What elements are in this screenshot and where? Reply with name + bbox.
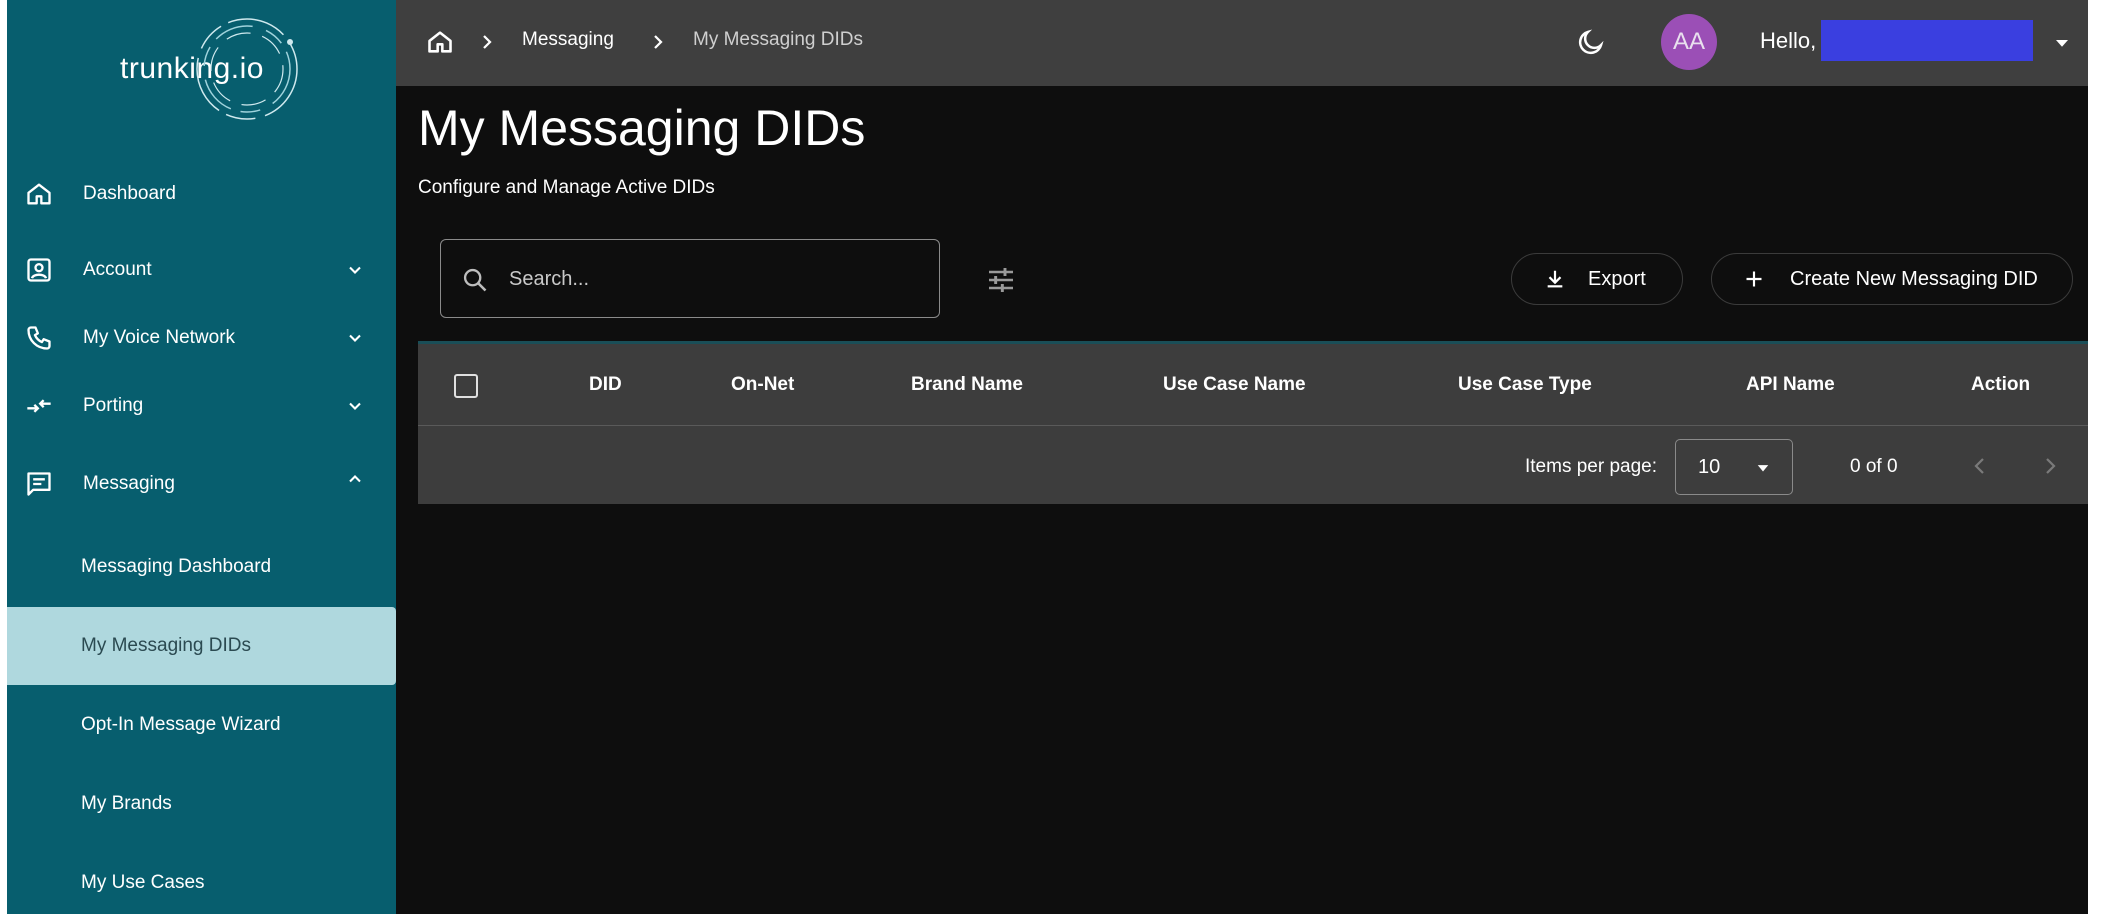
sidebar: trunking.io Dashboard Account My Voice N…: [7, 0, 396, 914]
dids-table: DID On-Net Brand Name Use Case Name Use …: [418, 341, 2088, 504]
brand-logo[interactable]: trunking.io: [102, 14, 312, 124]
chevron-down-icon[interactable]: [345, 260, 365, 280]
avatar[interactable]: AA: [1661, 14, 1717, 70]
chevron-left-icon[interactable]: [1968, 454, 1992, 478]
items-per-page-value: 10: [1698, 456, 1721, 478]
breadcrumb-home-icon[interactable]: [426, 28, 454, 56]
table-header: DID On-Net Brand Name Use Case Name Use …: [418, 344, 2088, 426]
sidebar-subitem-label: My Use Cases: [81, 872, 205, 893]
sidebar-item-label: Account: [83, 259, 152, 280]
search-icon: [463, 268, 487, 292]
sidebar-item-label: Dashboard: [83, 183, 176, 204]
sidebar-item-my-voice-network[interactable]: My Voice Network: [7, 308, 396, 368]
greeting-text: Hello,: [1760, 28, 1817, 53]
items-per-page-label: Items per page:: [1525, 456, 1658, 477]
export-button[interactable]: Export: [1511, 253, 1683, 305]
export-button-label: Export: [1588, 267, 1646, 290]
porting-arrows-icon: [27, 399, 51, 413]
sidebar-subitem-label: My Messaging DIDs: [81, 635, 251, 656]
column-header-brand-name[interactable]: Brand Name: [911, 374, 1023, 396]
chevron-right-icon[interactable]: [2038, 454, 2062, 478]
chevron-down-icon[interactable]: [345, 396, 365, 416]
chevron-right-icon: [654, 35, 663, 49]
create-button-label: Create New Messaging DID: [1790, 267, 2038, 290]
create-new-messaging-did-button[interactable]: Create New Messaging DID: [1711, 253, 2073, 305]
breadcrumb-messaging[interactable]: Messaging: [522, 29, 614, 51]
sidebar-item-label: My Voice Network: [83, 327, 236, 348]
app-window: trunking.io Dashboard Account My Voice N…: [7, 0, 2088, 914]
sidebar-subitem-label: Opt-In Message Wizard: [81, 714, 281, 735]
sidebar-item-label: Porting: [83, 395, 144, 416]
sidebar-subitem-opt-in-message-wizard[interactable]: Opt-In Message Wizard: [7, 686, 396, 764]
account-icon: [27, 258, 51, 282]
column-header-action: Action: [1971, 374, 2031, 395]
sidebar-subitem-my-brands[interactable]: My Brands: [7, 765, 396, 843]
sidebar-subitem-label: My Brands: [81, 793, 172, 814]
message-icon: [27, 472, 51, 496]
plus-icon: [1746, 271, 1762, 287]
pagination-range: 0 of 0: [1850, 456, 1898, 477]
phone-icon: [27, 326, 51, 350]
sidebar-item-porting[interactable]: Porting: [7, 376, 396, 436]
page-subtitle: Configure and Manage Active DIDs: [418, 177, 715, 198]
column-header-api-name[interactable]: API Name: [1746, 374, 1835, 396]
sidebar-subitem-messaging-dashboard[interactable]: Messaging Dashboard: [7, 528, 396, 606]
column-header-did[interactable]: DID: [589, 374, 622, 396]
caret-down-icon[interactable]: [2053, 34, 2071, 52]
chevron-right-icon: [483, 35, 492, 49]
search-field[interactable]: [440, 239, 940, 318]
filter-sliders-icon[interactable]: [985, 264, 1017, 296]
home-icon: [27, 183, 51, 205]
moon-icon[interactable]: [1576, 27, 1606, 57]
search-input[interactable]: [509, 258, 919, 300]
download-icon: [1547, 270, 1563, 288]
chevron-up-icon[interactable]: [345, 469, 365, 489]
breadcrumb-current: My Messaging DIDs: [693, 29, 863, 50]
page-title: My Messaging DIDs: [418, 100, 866, 156]
sidebar-item-messaging[interactable]: Messaging: [7, 454, 396, 514]
chevron-down-icon[interactable]: [345, 328, 365, 348]
column-header-use-case-name[interactable]: Use Case Name: [1163, 374, 1306, 396]
column-header-on-net[interactable]: On-Net: [731, 374, 794, 396]
items-per-page-select[interactable]: 10: [1675, 439, 1793, 495]
logo-circle-icon: [196, 18, 298, 120]
select-all-checkbox[interactable]: [454, 374, 478, 398]
sidebar-item-account[interactable]: Account: [7, 240, 396, 300]
redacted-username: [1821, 20, 2033, 61]
sidebar-subitem-my-messaging-dids[interactable]: My Messaging DIDs: [7, 607, 396, 685]
sidebar-subitem-label: Messaging Dashboard: [81, 556, 272, 577]
top-bar: Messaging My Messaging DIDs AA Hello,: [396, 0, 2088, 86]
sidebar-item-dashboard[interactable]: Dashboard: [7, 164, 396, 224]
caret-down-icon: [1757, 465, 1769, 472]
column-header-use-case-type[interactable]: Use Case Type: [1458, 374, 1592, 396]
sidebar-subitem-my-use-cases[interactable]: My Use Cases: [7, 844, 396, 914]
sidebar-item-label: Messaging: [83, 473, 175, 494]
